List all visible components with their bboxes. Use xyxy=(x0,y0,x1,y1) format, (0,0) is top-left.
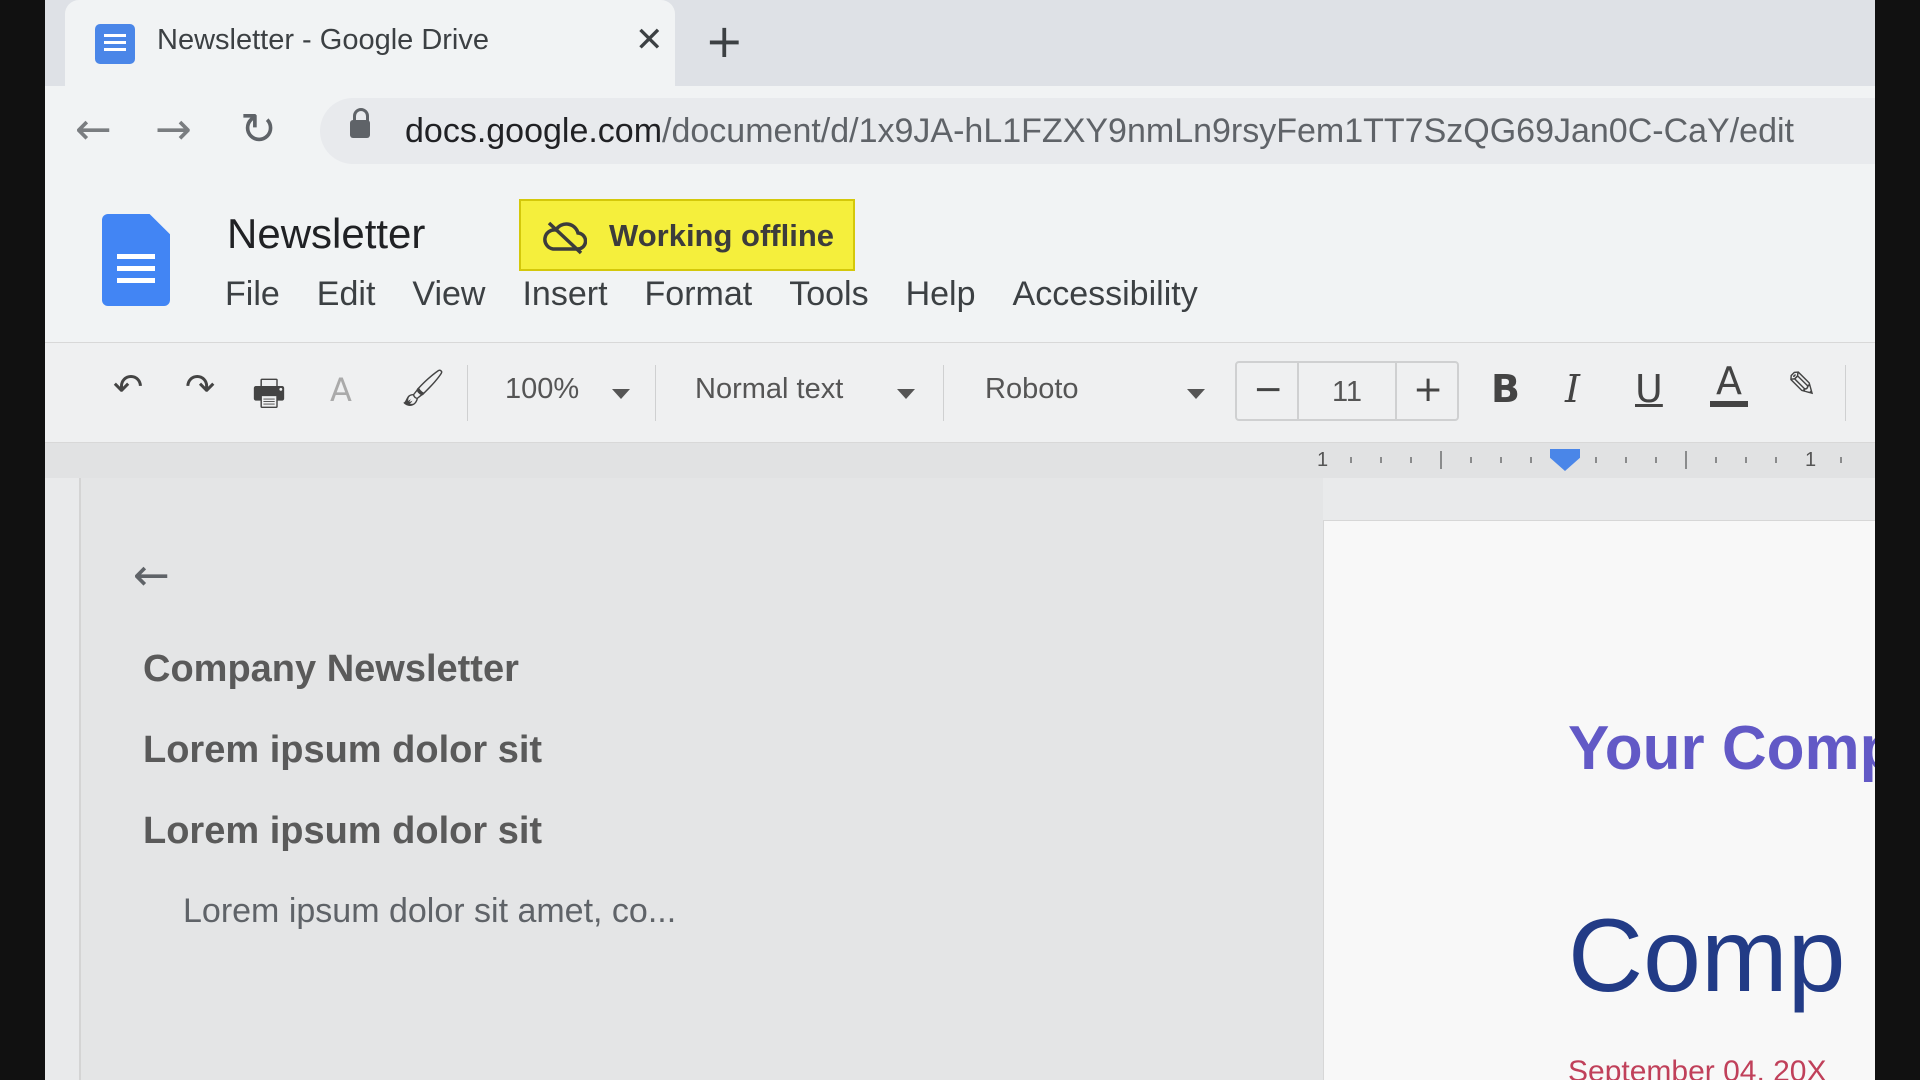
toolbar-divider xyxy=(655,365,656,421)
forward-button[interactable]: → xyxy=(155,104,192,155)
menu-tools[interactable]: Tools xyxy=(789,275,868,314)
ruler-tick xyxy=(1595,457,1597,463)
font-size-input[interactable]: 11 xyxy=(1297,376,1397,409)
ruler[interactable]: 1 1 xyxy=(45,443,1875,478)
close-tab-icon[interactable]: ✕ xyxy=(635,20,664,60)
zoom-select[interactable]: 100% xyxy=(505,373,579,406)
menu-view[interactable]: View xyxy=(412,275,485,314)
tab-strip: Newsletter - Google Drive ✕ + xyxy=(45,0,1875,86)
offline-label: Working offline xyxy=(609,218,835,253)
paint-format-icon[interactable]: 🖌 xyxy=(400,367,446,409)
menu-help[interactable]: Help xyxy=(906,275,976,314)
cloud-off-icon xyxy=(543,221,587,255)
menu-edit[interactable]: Edit xyxy=(317,275,376,314)
address-bar-row: ← → ↻ docs.google.com/document/d/1x9JA-h… xyxy=(45,86,1875,178)
increase-font-size-button[interactable]: + xyxy=(1413,369,1443,410)
docs-header: Newsletter Working offline File Edit Vie… xyxy=(45,178,1875,343)
ruler-tick xyxy=(1840,457,1842,463)
formatting-toolbar: ↶ ↷ 🖶 A 🖌 100% Normal text Roboto − 11 +… xyxy=(45,343,1875,443)
working-offline-badge[interactable]: Working offline xyxy=(519,199,855,271)
ruler-tick xyxy=(1775,457,1777,463)
close-outline-arrow-icon[interactable]: ← xyxy=(133,550,170,601)
outline-subheading[interactable]: Lorem ipsum dolor sit amet, co... xyxy=(183,892,676,931)
menu-bar: File Edit View Insert Format Tools Help … xyxy=(225,275,1235,314)
redo-icon[interactable]: ↷ xyxy=(185,367,215,408)
reload-button[interactable]: ↻ xyxy=(240,104,277,155)
style-select[interactable]: Normal text xyxy=(695,373,843,406)
undo-icon[interactable]: ↶ xyxy=(113,367,143,408)
indent-marker-icon[interactable] xyxy=(1550,449,1580,471)
underline-button[interactable]: U xyxy=(1635,367,1663,411)
document-outline-panel: ← Company Newsletter Lorem ipsum dolor s… xyxy=(79,478,1323,1080)
toolbar-divider xyxy=(1845,365,1846,421)
ruler-tick xyxy=(1655,457,1657,463)
menu-accessibility[interactable]: Accessibility xyxy=(1013,275,1198,314)
ruler-tick xyxy=(1530,457,1532,463)
page-date-text[interactable]: September 04, 20X xyxy=(1568,1055,1827,1080)
ruler-tick xyxy=(1350,457,1352,463)
browser-window: Newsletter - Google Drive ✕ + ← → ↻ docs… xyxy=(45,0,1875,1080)
menu-insert[interactable]: Insert xyxy=(522,275,607,314)
font-dropdown-icon[interactable] xyxy=(1187,389,1205,399)
ruler-tick xyxy=(1625,457,1627,463)
zoom-dropdown-icon[interactable] xyxy=(612,389,630,399)
menu-file[interactable]: File xyxy=(225,275,280,314)
bold-button[interactable]: B xyxy=(1491,367,1520,411)
toolbar-divider xyxy=(943,365,944,421)
url-path: /document/d/1x9JA-hL1FZXY9nmLn9rsyFem1TT… xyxy=(662,112,1794,150)
page-title-heading[interactable]: Comp xyxy=(1568,897,1845,1016)
docs-favicon-icon xyxy=(95,24,135,64)
back-button[interactable]: ← xyxy=(75,104,112,155)
ruler-tick xyxy=(1500,457,1502,463)
new-tab-button[interactable]: + xyxy=(705,14,744,68)
lock-icon[interactable] xyxy=(350,108,370,138)
address-bar[interactable]: docs.google.com/document/d/1x9JA-hL1FZXY… xyxy=(320,98,1875,164)
document-page[interactable]: Your Comp Comp September 04, 20X xyxy=(1323,520,1875,1080)
browser-tab[interactable]: Newsletter - Google Drive ✕ xyxy=(65,0,675,86)
highlight-color-icon[interactable]: ✎ xyxy=(1787,365,1817,406)
ruler-tick xyxy=(1410,457,1412,463)
ruler-number: 1 xyxy=(1805,449,1817,471)
tab-title: Newsletter - Google Drive xyxy=(157,24,489,56)
style-dropdown-icon[interactable] xyxy=(897,389,915,399)
spellcheck-icon[interactable]: A xyxy=(330,371,352,409)
ruler-tick xyxy=(1470,457,1472,463)
text-color-button[interactable]: A xyxy=(1710,361,1748,407)
url-host: docs.google.com xyxy=(405,112,663,150)
document-title[interactable]: Newsletter xyxy=(227,210,425,258)
toolbar-divider xyxy=(467,365,468,421)
font-size-stepper: − 11 + xyxy=(1235,361,1459,421)
ruler-tick xyxy=(1440,451,1442,469)
ruler-number: 1 xyxy=(1317,449,1329,471)
ruler-tick xyxy=(1380,457,1382,463)
font-select[interactable]: Roboto xyxy=(985,373,1079,406)
italic-button[interactable]: I xyxy=(1565,367,1580,411)
ruler-tick xyxy=(1745,457,1747,463)
docs-logo-icon[interactable] xyxy=(102,214,170,306)
page-company-heading[interactable]: Your Comp xyxy=(1568,713,1875,784)
decrease-font-size-button[interactable]: − xyxy=(1253,369,1283,410)
ruler-tick xyxy=(1715,457,1717,463)
outline-heading[interactable]: Company Newsletter xyxy=(143,648,519,691)
ruler-tick xyxy=(1685,451,1687,469)
url-text[interactable]: docs.google.com/document/d/1x9JA-hL1FZXY… xyxy=(405,112,1794,151)
outline-heading[interactable]: Lorem ipsum dolor sit xyxy=(143,729,542,772)
outline-heading[interactable]: Lorem ipsum dolor sit xyxy=(143,810,542,853)
menu-format[interactable]: Format xyxy=(645,275,753,314)
print-icon[interactable]: 🖶 xyxy=(252,367,286,428)
